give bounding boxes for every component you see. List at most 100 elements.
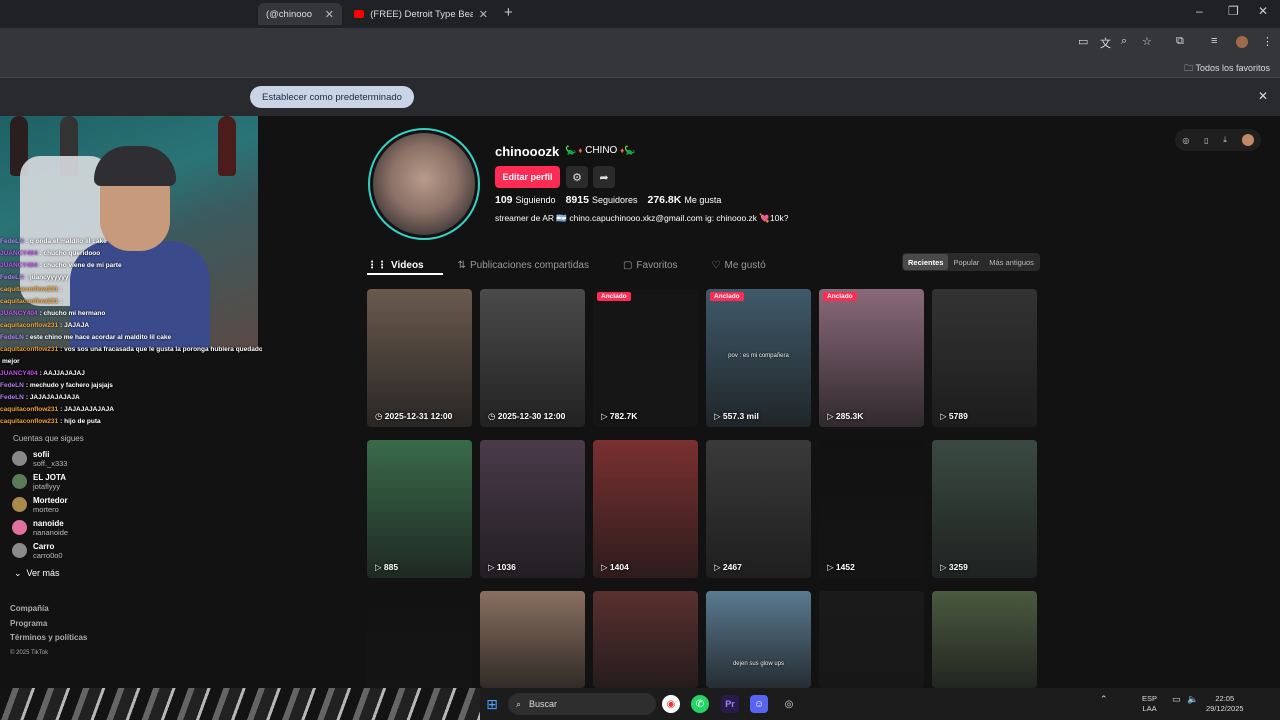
video-thumbnail[interactable]: Anclado ▷ 782.7K: [593, 289, 698, 427]
video-thumbnail[interactable]: [932, 591, 1037, 688]
premiere-icon[interactable]: Pr: [721, 695, 739, 713]
avatar: [12, 543, 27, 558]
video-thumbnail[interactable]: Anclado pov : es mi compañera ▷ 557.3 mil: [706, 289, 811, 427]
tab-shared[interactable]: ⇅ Publicaciones compartidas: [458, 254, 589, 276]
stat-value: 8915: [565, 194, 589, 206]
new-tab-icon[interactable]: +: [504, 4, 513, 21]
star-icon[interactable]: ☆: [1142, 35, 1152, 48]
chat-username: caquitaconflow231: [0, 418, 59, 425]
footer-link-program[interactable]: Programa: [10, 617, 87, 632]
chrome-icon[interactable]: ◉: [662, 695, 680, 713]
tab-label: Favoritos: [636, 259, 678, 271]
close-window-icon[interactable]: ✕: [1258, 4, 1268, 18]
video-thumbnail[interactable]: dejen sus glow ups: [706, 591, 811, 688]
video-thumbnail[interactable]: ▷ 3259: [932, 440, 1037, 578]
zoom-icon[interactable]: ⌕: [1121, 35, 1127, 48]
video-thumbnail[interactable]: ▷ 1404: [593, 440, 698, 578]
video-thumbnail[interactable]: ◷ 2025-12-31 12:00: [367, 289, 472, 427]
translate-icon[interactable]: 文: [1100, 35, 1111, 51]
windows-start-icon[interactable]: ⊞: [483, 695, 501, 713]
discord-icon[interactable]: ☺: [750, 695, 768, 713]
following-item[interactable]: sofii soff._x333: [12, 447, 130, 470]
share-icon[interactable]: ➦: [593, 166, 615, 188]
footer-link-company[interactable]: Compañía: [10, 602, 87, 617]
play-icon: ▷: [714, 562, 721, 572]
chat-text: : chucho queridooo: [39, 250, 101, 257]
restore-icon[interactable]: ❐: [1228, 4, 1239, 18]
all-bookmarks-button[interactable]: 🗀 Todos los favoritos: [1184, 61, 1270, 77]
chat-text: : chucho viene de mi parte: [39, 262, 122, 269]
menu-icon[interactable]: ⋮: [1262, 35, 1273, 48]
network-icon[interactable]: ▭: [1172, 694, 1181, 704]
tab-liked[interactable]: ♡ Me gustó: [712, 254, 766, 276]
following-handle: nananoide: [33, 527, 69, 537]
close-icon[interactable]: ✕: [325, 8, 334, 21]
whatsapp-icon[interactable]: ✆: [691, 695, 709, 713]
chat-username: FedeLN: [0, 334, 24, 341]
chat-text: : chucho mi hermano: [39, 310, 106, 317]
media-icon[interactable]: ≡: [1211, 35, 1217, 47]
profile-avatar[interactable]: [368, 128, 480, 240]
following-text: Carro carro0o0: [33, 542, 63, 560]
profile-username: chinooozk: [495, 144, 560, 159]
following-item[interactable]: EL JOTA jotaflyyy: [12, 470, 130, 493]
footer-link-terms[interactable]: Términos y políticas: [10, 631, 87, 646]
video-thumbnail[interactable]: ▷ 2467: [706, 440, 811, 578]
see-more-button[interactable]: ⌄ Ver más: [14, 568, 130, 579]
download-icon[interactable]: ⤓: [1223, 135, 1227, 145]
volume-icon[interactable]: 🔈: [1187, 694, 1198, 704]
user-avatar-icon[interactable]: [1241, 134, 1254, 146]
sidebar: Cuentas que sigues sofii soff._x333 EL JOT…: [0, 432, 130, 579]
settings-icon[interactable]: ⚙: [566, 166, 588, 188]
clock-date: 29/12/2025: [1206, 704, 1244, 713]
profile-avatar-icon[interactable]: [1236, 36, 1248, 48]
video-thumbnail[interactable]: [480, 591, 585, 688]
extensions-icon[interactable]: ⧉: [1176, 35, 1184, 48]
following-item[interactable]: Carro carro0o0: [12, 539, 130, 562]
video-thumbnail[interactable]: ▷ 1452: [819, 440, 924, 578]
video-thumbnail[interactable]: Anclado ▷ 285.3K: [819, 289, 924, 427]
close-icon[interactable]: ✕: [1258, 89, 1268, 103]
views-count: 885: [383, 562, 399, 572]
sort-oldest-button[interactable]: Más antiguos: [984, 254, 1039, 270]
video-thumbnail[interactable]: [367, 591, 472, 688]
sort-popular-button[interactable]: Popular: [948, 254, 984, 270]
video-views: ▷ 5789: [940, 411, 968, 422]
language-indicator[interactable]: ESP LAA: [1142, 694, 1157, 714]
video-thumbnail[interactable]: ▷ 1036: [480, 440, 585, 578]
following-item[interactable]: Mortedor mortero: [12, 493, 130, 516]
close-icon[interactable]: ✕: [479, 8, 488, 21]
compass-icon[interactable]: ◎: [1182, 136, 1189, 145]
search-label: Buscar: [529, 699, 558, 709]
edit-profile-button[interactable]: Editar perfil: [495, 166, 560, 188]
video-views: ▷ 885: [375, 562, 398, 573]
tab-favorites[interactable]: ▢ Favoritos: [623, 254, 678, 276]
views-count: 2467: [722, 562, 742, 572]
profile-nickname-row: 🦕 ♦ CHINO ♦🦕: [565, 145, 637, 156]
video-thumbnail[interactable]: [819, 591, 924, 688]
obs-icon[interactable]: ◎: [780, 695, 798, 713]
following-item[interactable]: nanoide nananoide: [12, 516, 130, 539]
video-thumbnail[interactable]: ◷ 2025-12-30 12:00: [480, 289, 585, 427]
video-thumbnail[interactable]: ▷ 5789: [932, 289, 1037, 427]
taskbar-search[interactable]: ⌕ Buscar: [508, 693, 656, 715]
cast-icon[interactable]: ▭: [1078, 35, 1088, 48]
chat-username: caquitaconflow231: [0, 286, 59, 293]
tray-chevron-icon[interactable]: ⌃: [1100, 694, 1108, 704]
views-count: 1036: [496, 562, 516, 572]
video-thumbnail[interactable]: [593, 591, 698, 688]
browser-tab-tiktok[interactable]: (@chinooo ✕: [258, 3, 342, 25]
video-thumbnail[interactable]: ▷ 885: [367, 440, 472, 578]
set-default-button[interactable]: Establecer como predeterminado: [250, 86, 414, 108]
chat-text: :: [60, 286, 63, 293]
address-bar: ▭ 文 ⌕ ☆ ⧉ ≡ ⋮: [0, 28, 1280, 56]
clock[interactable]: 22:05 29/12/2025: [1206, 694, 1244, 714]
play-icon: ▷: [827, 562, 834, 572]
stat-following[interactable]: 109 Siguiendo: [495, 194, 556, 206]
minimize-icon[interactable]: –: [1196, 4, 1203, 18]
sort-recent-button[interactable]: Recientes: [903, 254, 949, 270]
device-icon[interactable]: ▯: [1204, 136, 1208, 145]
stat-followers[interactable]: 8915 Seguidores: [566, 194, 638, 206]
tab-label: Me gustó: [724, 259, 766, 271]
browser-tab-youtube[interactable]: (FREE) Detroit Type Beat x Yn Ja ✕: [346, 3, 496, 25]
